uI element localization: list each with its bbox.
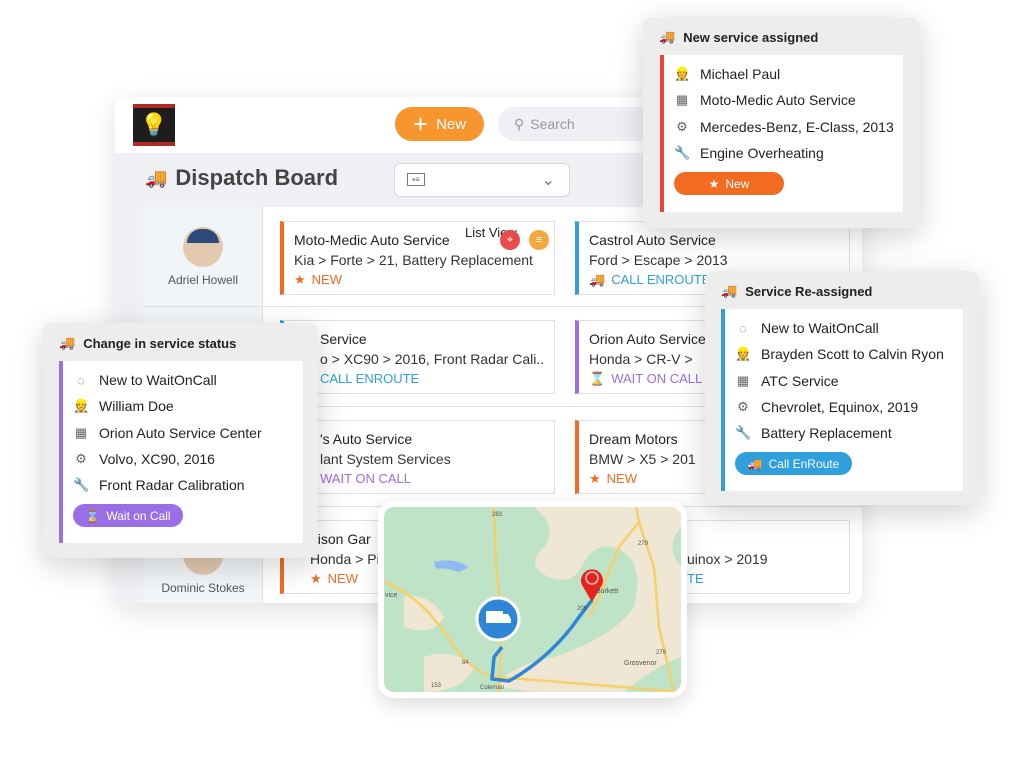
- technician-name: Brayden Scott to Calvin Ryon: [761, 346, 944, 363]
- shop-name: Moto-Medic Auto Service: [700, 92, 856, 109]
- search-icon: ⚲: [514, 115, 525, 132]
- service-card[interactable]: 's Auto Service lant System Services WAI…: [280, 420, 555, 494]
- card-vehicle: Kia > Forte > 21, Battery Replacement: [294, 252, 533, 268]
- map-label: Burkett: [596, 588, 618, 595]
- route-map[interactable]: 283 84 153 206 279 279 Burkett Grosvenor…: [378, 501, 687, 698]
- gear-icon: ⚙: [737, 399, 749, 415]
- card-title: 's Auto Service: [320, 431, 413, 447]
- card-vehicle: o > XC90 > 2016, Front Radar Cali..: [320, 351, 545, 367]
- call-enroute-button[interactable]: 🚚 Call EnRoute: [735, 452, 852, 476]
- notification-title: Service Re-assigned: [745, 283, 873, 299]
- hourglass-icon: ⌛: [589, 371, 606, 386]
- notification-new-service: 🚚 New service assigned 👷 Michael Paul ▦ Mot…: [643, 17, 920, 228]
- truck-icon: 🚚: [659, 29, 676, 44]
- status-change-icon: ◌: [739, 320, 747, 336]
- map-label: 279: [656, 650, 667, 656]
- notification-title: New service assigned: [683, 29, 819, 45]
- service-icon: 🔧: [674, 145, 691, 161]
- truck-icon: 🚚: [747, 456, 763, 471]
- issue: Battery Replacement: [761, 425, 892, 442]
- service-icon: 🔧: [735, 425, 752, 441]
- app-logo[interactable]: 💡: [133, 104, 175, 146]
- garage-icon: ▦: [675, 92, 689, 108]
- view-select[interactable]: ▪≡ ⌄: [394, 163, 570, 197]
- star-icon: ★: [310, 571, 322, 586]
- map-label: 279: [638, 541, 649, 547]
- map-label: 283: [492, 512, 503, 518]
- new-button[interactable]: + New: [395, 107, 484, 141]
- technician-name: Michael Paul: [700, 66, 781, 83]
- shop-name: Orion Auto Service Center: [99, 424, 262, 441]
- star-icon: ★: [294, 272, 306, 287]
- truck-icon: 🚚: [145, 167, 168, 188]
- chevron-down-icon: ⌄: [541, 172, 555, 189]
- star-icon: ★: [708, 176, 720, 191]
- technician-name: Dominic Stokes: [161, 581, 245, 595]
- status-change-icon: ◌: [77, 372, 85, 388]
- notification-title: Change in service status: [83, 335, 237, 351]
- service-card[interactable]: Service o > XC90 > 2016, Front Radar Cal…: [280, 320, 555, 394]
- map-label: Coleman: [480, 685, 504, 691]
- plus-icon: +: [412, 109, 429, 139]
- map-label: 153: [431, 683, 442, 689]
- garage-icon: ▦: [74, 424, 88, 440]
- technician-row[interactable]: Adriel Howell: [143, 207, 263, 307]
- star-icon: ★: [589, 471, 601, 486]
- new-label: New: [436, 115, 467, 133]
- new-status-button[interactable]: ★ New: [674, 172, 784, 196]
- status-badge: TE: [687, 571, 704, 586]
- card-vehicle: lant System Services: [320, 451, 451, 467]
- map-label: 84: [462, 660, 469, 666]
- search-placeholder: Search: [530, 116, 575, 132]
- hourglass-icon: ⌛: [85, 508, 101, 523]
- status-badge: ★ NEW: [294, 270, 544, 290]
- status-badge: CALL ENROUTE: [320, 371, 420, 386]
- card-vehicle: uinox > 2019: [687, 551, 768, 567]
- truck-icon: 🚚: [721, 283, 738, 298]
- notification-reassigned: 🚚 Service Re-assigned ◌ New to WaitOnCall …: [705, 271, 980, 505]
- map-label: vice: [385, 592, 398, 599]
- map-pin-icon[interactable]: ⌖: [500, 230, 520, 250]
- page-title-text: Dispatch Board: [175, 165, 339, 190]
- card-title: Castrol Auto Service: [589, 232, 716, 248]
- card-title: Service: [320, 331, 367, 347]
- technician-name: William Doe: [99, 398, 174, 415]
- garage-icon: ▦: [736, 372, 750, 388]
- service-icon: 🔧: [73, 477, 90, 493]
- gear-icon: ⚙: [676, 118, 688, 134]
- status-change: New to WaitOnCall: [99, 372, 217, 389]
- vehicle: Mercedes-Benz, E-Class, 2013: [700, 118, 894, 135]
- card-vehicle: Ford > Escape > 2013: [589, 252, 728, 268]
- wait-on-call-button[interactable]: ⌛ Wait on Call: [73, 504, 183, 528]
- status-change: New to WaitOnCall: [761, 320, 879, 337]
- avatar: [183, 227, 223, 267]
- id-card-icon: ▪≡: [407, 173, 425, 186]
- map-label: Grosvenor: [624, 660, 657, 667]
- notification-status-change: 🚚 Change in service status ◌ New to WaitOn…: [43, 323, 318, 558]
- issue: Engine Overheating: [700, 145, 824, 162]
- issue: Front Radar Calibration: [99, 477, 245, 494]
- vehicle: Chevrolet, Equinox, 2019: [761, 399, 919, 416]
- status-badge: WAIT ON CALL: [320, 471, 412, 486]
- technician-icon: 👷: [735, 346, 752, 362]
- map-label: 206: [577, 606, 588, 612]
- page-title: 🚚 Dispatch Board: [145, 165, 338, 191]
- technician-name: Adriel Howell: [167, 273, 239, 287]
- truck-icon: 🚚: [59, 335, 76, 350]
- vehicle: Volvo, XC90, 2016: [99, 451, 215, 468]
- technician-icon: 👷: [73, 398, 90, 414]
- note-icon[interactable]: ≡: [529, 230, 549, 250]
- shop-name: ATC Service: [761, 372, 839, 389]
- technician-icon: 👷: [674, 66, 691, 82]
- truck-icon: 🚚: [589, 272, 606, 287]
- service-card[interactable]: Moto-Medic Auto Service Kia > Forte > 21…: [280, 221, 555, 295]
- gear-icon: ⚙: [75, 451, 87, 467]
